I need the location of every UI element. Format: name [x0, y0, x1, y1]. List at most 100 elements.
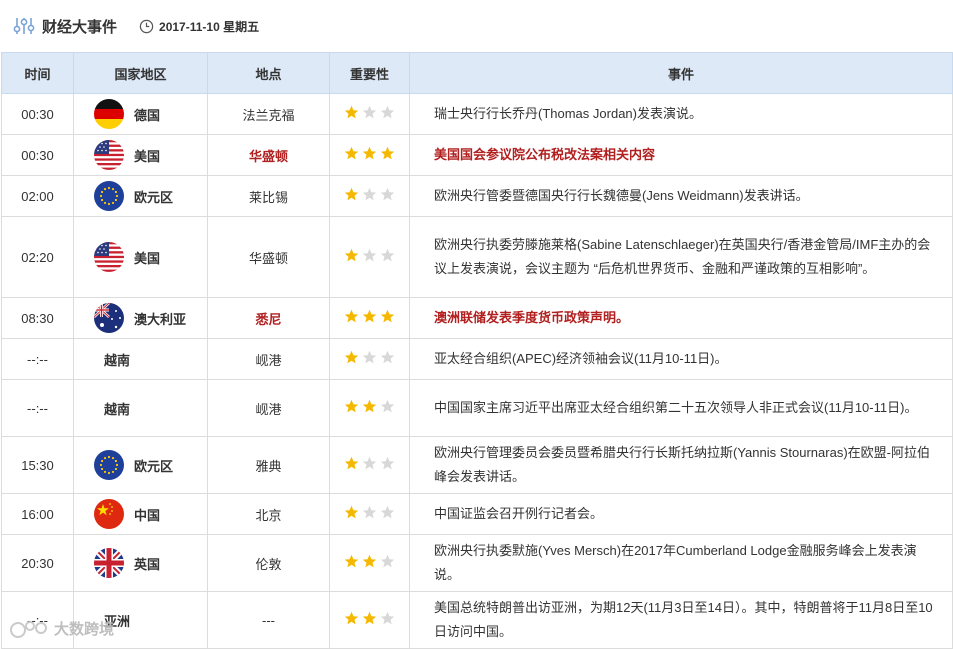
time-cell: 16:00: [1, 493, 74, 535]
table-row: 00:30 美国 华盛顿 美国国会参议院公布税改法案相关内容: [1, 134, 953, 176]
star-filled-icon: [344, 105, 359, 119]
importance-cell: [329, 534, 410, 592]
country-cell: 中国: [73, 493, 208, 535]
location-cell: 岘港: [207, 338, 330, 380]
table-row: --:-- 亚洲 --- 美国总统特朗普出访亚洲，为期12天(11月3日至14日）。其…: [1, 591, 953, 649]
event-cell: 美国国会参议院公布税改法案相关内容: [409, 134, 953, 176]
importance-cell: [329, 297, 410, 339]
importance-rating: [344, 611, 395, 626]
star-filled-icon: [380, 309, 395, 323]
table-row: --:-- 越南 岘港 中国国家主席习近平出席亚太经合组织第二十五次领导人非正式会议(…: [1, 379, 953, 437]
star-empty-icon: [380, 611, 395, 625]
star-empty-icon: [380, 554, 395, 568]
star-filled-icon: [344, 187, 359, 201]
event-cell: 欧洲央行执委默施(Yves Mersch)在2017年Cumberland Lo…: [409, 534, 953, 592]
star-empty-icon: [380, 248, 395, 262]
location-cell: 岘港: [207, 379, 330, 437]
star-filled-icon: [344, 248, 359, 262]
table-row: 08:30 澳大利亚 悉尼 澳洲联储发表季度货币政策声明。: [1, 297, 953, 339]
importance-rating: [344, 505, 395, 520]
importance-rating: [344, 248, 395, 263]
importance-rating: [344, 399, 395, 414]
star-filled-icon: [362, 554, 377, 568]
location-cell: 华盛顿: [207, 134, 330, 176]
star-filled-icon: [362, 611, 377, 625]
importance-cell: [329, 338, 410, 380]
country-name: 越南: [104, 352, 131, 368]
time-cell: 02:00: [1, 175, 74, 217]
country-cell: 欧元区: [73, 436, 208, 494]
country-name: 澳大利亚: [134, 311, 187, 327]
location-cell: 华盛顿: [207, 216, 330, 298]
location-cell: ---: [207, 591, 330, 649]
event-cell: 澳洲联储发表季度货币政策声明。: [409, 297, 953, 339]
event-cell: 中国证监会召开例行记者会。: [409, 493, 953, 535]
country-cell: 德国: [73, 93, 208, 135]
country-cell: 越南: [73, 379, 208, 437]
country-cell: 英国: [73, 534, 208, 592]
watermark-text: 大数跨境: [54, 620, 115, 638]
importance-rating: [344, 146, 395, 161]
table-row: 02:20 美国 华盛顿 欧洲央行执委劳滕施莱格(Sabine Latenschlae…: [1, 216, 953, 298]
uk-flag-icon: [94, 548, 124, 578]
country-name: 英国: [134, 556, 161, 572]
page-header: 财经大事件 2017-11-10 星期五: [0, 0, 953, 52]
location-cell: 雅典: [207, 436, 330, 494]
importance-cell: [329, 493, 410, 535]
table-row: 15:30 欧元区 雅典 欧洲央行管理委员会委员暨希腊央行行长斯托纳拉斯(Yannis…: [1, 436, 953, 494]
column-header-event: 事件: [409, 52, 953, 94]
country-cell: 美国: [73, 216, 208, 298]
star-empty-icon: [362, 456, 377, 470]
importance-rating: [344, 554, 395, 569]
page-title: 财经大事件: [42, 18, 118, 36]
column-header-time: 时间: [1, 52, 74, 94]
events-table: 时间 国家地区 地点 重要性 事件 00:30 德国 法兰克福 瑞士央行行长乔丹(Th…: [1, 52, 953, 649]
country-cell: 欧元区: [73, 175, 208, 217]
table-header-row: 时间 国家地区 地点 重要性 事件: [1, 52, 953, 94]
star-empty-icon: [380, 456, 395, 470]
brand-logo-icon: [10, 621, 47, 638]
usa-flag-icon: [94, 140, 124, 170]
time-cell: 08:30: [1, 297, 74, 339]
importance-cell: [329, 175, 410, 217]
china-flag-icon: [94, 499, 124, 529]
event-cell: 欧洲央行执委劳滕施莱格(Sabine Latenschlaeger)在英国央行/…: [409, 216, 953, 298]
star-filled-icon: [344, 456, 359, 470]
star-empty-icon: [380, 105, 395, 119]
importance-cell: [329, 216, 410, 298]
star-empty-icon: [362, 350, 377, 364]
time-cell: 02:20: [1, 216, 74, 298]
event-cell: 欧洲央行管理委员会委员暨希腊央行行长斯托纳拉斯(Yannis Stournara…: [409, 436, 953, 494]
watermark: 大数跨境: [8, 614, 114, 642]
importance-rating: [344, 350, 395, 365]
importance-rating: [344, 456, 395, 471]
importance-rating: [344, 309, 395, 324]
eu-flag-icon: [94, 450, 124, 480]
event-cell: 亚太经合组织(APEC)经济领袖会议(11月10-11日)。: [409, 338, 953, 380]
clock-icon: [139, 19, 154, 33]
date-label: 2017-11-10 星期五: [159, 19, 260, 34]
star-filled-icon: [362, 399, 377, 413]
star-filled-icon: [344, 350, 359, 364]
star-filled-icon: [344, 399, 359, 413]
country-name: 美国: [134, 250, 161, 266]
importance-cell: [329, 591, 410, 649]
time-cell: 15:30: [1, 436, 74, 494]
event-cell: 瑞士央行行长乔丹(Thomas Jordan)发表演说。: [409, 93, 953, 135]
country-name: 越南: [104, 401, 131, 417]
event-cell: 中国国家主席习近平出席亚太经合组织第二十五次领导人非正式会议(11月10-11日…: [409, 379, 953, 437]
location-cell: 悉尼: [207, 297, 330, 339]
star-filled-icon: [344, 554, 359, 568]
event-cell: 美国总统特朗普出访亚洲，为期12天(11月3日至14日）。其中，特朗普将于11月…: [409, 591, 953, 649]
country-name: 欧元区: [134, 458, 174, 474]
time-cell: 20:30: [1, 534, 74, 592]
star-filled-icon: [344, 611, 359, 625]
star-filled-icon: [344, 309, 359, 323]
country-name: 欧元区: [134, 189, 174, 205]
star-empty-icon: [362, 105, 377, 119]
usa-flag-icon: [94, 242, 124, 272]
australia-flag-icon: [94, 303, 124, 333]
star-filled-icon: [344, 505, 359, 519]
star-filled-icon: [362, 309, 377, 323]
country-name: 中国: [134, 507, 161, 523]
